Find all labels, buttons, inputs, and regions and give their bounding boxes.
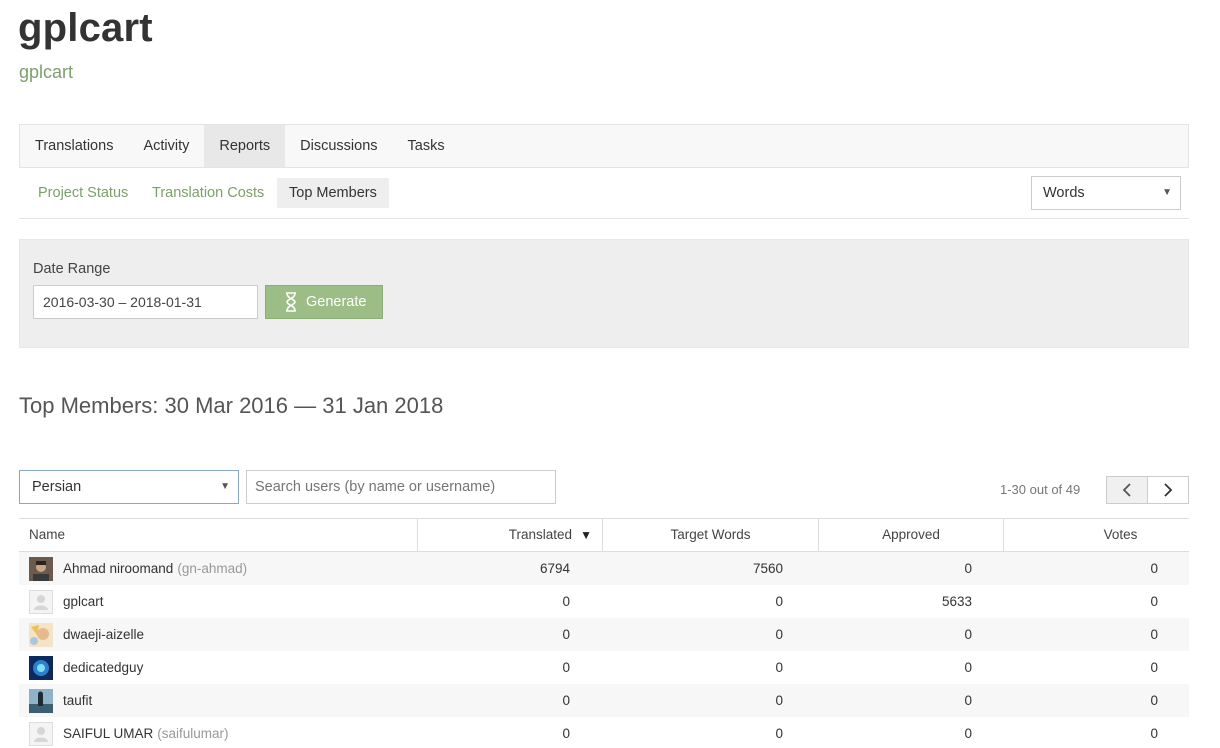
member-username: (saifulumar) <box>157 726 229 741</box>
subtab-translation-costs[interactable]: Translation Costs <box>140 178 276 208</box>
approved-value: 0 <box>964 561 972 576</box>
chevron-right-icon <box>1164 483 1173 497</box>
votes-value: 0 <box>1150 594 1158 609</box>
target-words-value: 0 <box>775 627 783 642</box>
project-title: gplcart <box>18 6 153 50</box>
member-name[interactable]: dwaeji-aizelle <box>63 618 144 651</box>
column-header-target-words[interactable]: Target Words <box>602 519 818 551</box>
column-header-translated-label: Translated <box>508 527 572 542</box>
table-row: taufit 0 0 0 0 <box>19 684 1189 717</box>
previous-page-button[interactable] <box>1106 476 1148 504</box>
default-avatar-icon[interactable] <box>29 589 53 614</box>
main-tab-bar: Translations Activity Reports Discussion… <box>19 124 1189 168</box>
members-table: Name Translated ▼ Target Words Approved … <box>19 518 1189 748</box>
tab-translations[interactable]: Translations <box>20 125 128 167</box>
sort-desc-icon: ▼ <box>580 528 592 542</box>
table-row: SAIFUL UMAR (saifulumar) 0 0 0 0 <box>19 717 1189 748</box>
column-header-name[interactable]: Name <box>19 519 417 551</box>
translated-value: 0 <box>562 660 570 675</box>
votes-value: 0 <box>1150 627 1158 642</box>
target-words-value: 0 <box>775 660 783 675</box>
table-header: Name Translated ▼ Target Words Approved … <box>19 518 1189 552</box>
language-select[interactable]: Persian ▼ <box>19 470 239 504</box>
translated-value: 0 <box>562 726 570 741</box>
tab-activity[interactable]: Activity <box>128 125 204 167</box>
approved-value: 0 <box>964 726 972 741</box>
pagination-info: 1-30 out of 49 <box>1000 482 1081 497</box>
column-header-votes[interactable]: Votes <box>1003 519 1189 551</box>
translated-value: 6794 <box>539 561 570 576</box>
translated-value: 0 <box>562 594 570 609</box>
language-select-value: Persian <box>32 479 82 495</box>
column-header-approved[interactable]: Approved <box>818 519 1003 551</box>
metric-select[interactable]: Words ▼ <box>1031 176 1181 210</box>
table-row: Ahmad niroomand (gn-ahmad) 6794 7560 0 0 <box>19 552 1189 585</box>
table-row: dedicatedguy 0 0 0 0 <box>19 651 1189 684</box>
approved-value: 5633 <box>941 594 972 609</box>
votes-value: 0 <box>1150 726 1158 741</box>
column-header-translated[interactable]: Translated ▼ <box>417 519 602 551</box>
default-avatar-icon[interactable] <box>29 721 53 746</box>
user-avatar[interactable] <box>29 655 53 680</box>
approved-value: 0 <box>964 627 972 642</box>
table-row: gplcart 0 0 5633 0 <box>19 585 1189 618</box>
next-page-button[interactable] <box>1147 476 1189 504</box>
user-avatar[interactable] <box>29 622 53 647</box>
user-avatar[interactable] <box>29 688 53 713</box>
user-avatar[interactable] <box>29 556 53 581</box>
chevron-left-icon <box>1122 483 1131 497</box>
hourglass-icon <box>286 292 296 312</box>
report-heading: Top Members: 30 Mar 2016 — 31 Jan 2018 <box>19 393 444 418</box>
date-range-input[interactable]: 2016-03-30 – 2018-01-31 <box>33 285 258 319</box>
report-sub-tabs: Project Status Translation Costs Top Mem… <box>19 168 1189 219</box>
votes-value: 0 <box>1150 693 1158 708</box>
member-username: (gn-ahmad) <box>177 561 248 576</box>
user-search-input[interactable] <box>246 470 556 504</box>
member-name[interactable]: Ahmad niroomand <box>63 552 173 585</box>
approved-value: 0 <box>964 693 972 708</box>
tab-tasks[interactable]: Tasks <box>393 125 460 167</box>
member-name[interactable]: gplcart <box>63 585 104 618</box>
target-words-value: 0 <box>775 726 783 741</box>
member-name[interactable]: dedicatedguy <box>63 651 143 684</box>
filter-panel: Date Range 2016-03-30 – 2018-01-31 Gener… <box>19 239 1189 348</box>
member-name[interactable]: taufit <box>63 684 92 717</box>
caret-down-icon: ▼ <box>220 481 230 492</box>
date-range-label: Date Range <box>33 261 111 277</box>
generate-button[interactable]: Generate <box>265 285 383 319</box>
metric-select-value: Words <box>1043 185 1085 201</box>
table-row: dwaeji-aizelle 0 0 0 0 <box>19 618 1189 651</box>
caret-down-icon: ▼ <box>1162 187 1172 198</box>
translated-value: 0 <box>562 627 570 642</box>
project-subtitle[interactable]: gplcart <box>19 62 73 83</box>
translated-value: 0 <box>562 693 570 708</box>
votes-value: 0 <box>1150 660 1158 675</box>
tab-discussions[interactable]: Discussions <box>285 125 392 167</box>
target-words-value: 0 <box>775 594 783 609</box>
generate-button-label: Generate <box>306 294 367 310</box>
target-words-value: 7560 <box>752 561 783 576</box>
subtab-project-status[interactable]: Project Status <box>26 178 140 208</box>
tab-reports[interactable]: Reports <box>204 125 286 167</box>
subtab-top-members[interactable]: Top Members <box>277 178 389 208</box>
target-words-value: 0 <box>775 693 783 708</box>
votes-value: 0 <box>1150 561 1158 576</box>
approved-value: 0 <box>964 660 972 675</box>
member-name[interactable]: SAIFUL UMAR <box>63 717 153 748</box>
